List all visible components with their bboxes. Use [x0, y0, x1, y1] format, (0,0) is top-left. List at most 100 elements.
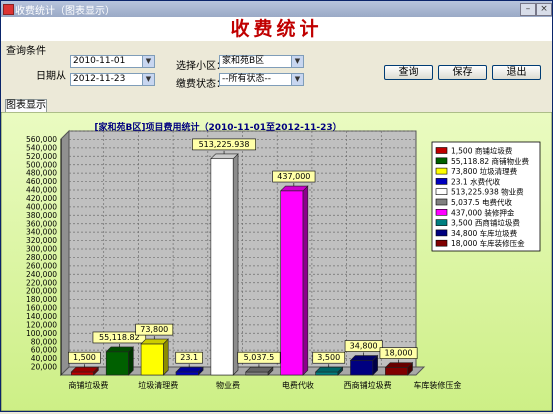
bar-front	[280, 190, 304, 376]
chart: 20,00040,00060,00080,000100,000120,00014…	[0, 111, 553, 412]
chevron-down-icon[interactable]: ▼	[142, 56, 154, 67]
legend-swatch	[435, 198, 448, 206]
y-tick-label: 180,000	[26, 295, 57, 304]
data-label: 34,800	[350, 342, 378, 351]
data-label: 55,118.82	[99, 333, 140, 342]
bar-top	[245, 366, 274, 373]
bar-front	[245, 371, 269, 376]
y-tick-label: 400,000	[26, 202, 57, 211]
bar-front	[175, 371, 199, 376]
legend-swatch	[435, 229, 448, 237]
bar-top	[175, 366, 204, 373]
legend-swatch	[435, 239, 448, 247]
y-tick-label: 140,000	[26, 312, 57, 321]
bar-side	[163, 338, 169, 376]
legend-entry: 23.1 水费代收	[451, 176, 501, 186]
y-tick-label: 420,000	[26, 194, 57, 203]
legend-entry: 18,000 车库装修压金	[451, 238, 525, 248]
y-tick-label: 320,000	[26, 236, 57, 245]
x-tick-label: 电费代收	[282, 380, 314, 390]
bar-front	[385, 367, 409, 376]
bar-front	[140, 343, 164, 376]
y-tick-label: 540,000	[26, 143, 57, 152]
y-tick-label: 520,000	[26, 152, 57, 161]
community-select[interactable]: 家和苑B区 ▼	[219, 55, 304, 68]
legend-entry: 513,225.938 物业费	[451, 187, 524, 197]
y-tick-label: 80,000	[31, 337, 57, 346]
close-button[interactable]: ×	[536, 3, 552, 16]
bar-3: 73,800	[135, 323, 174, 376]
y-tick-label: 360,000	[26, 219, 57, 228]
legend-entry: 34,800 车库垃圾费	[451, 228, 518, 238]
bar-front	[210, 158, 234, 376]
legend-swatch	[435, 157, 448, 165]
data-label: 23.1	[180, 353, 198, 362]
x-tick-label: 车库装修压金	[413, 380, 461, 390]
y-tick-label: 200,000	[26, 287, 57, 296]
legend-swatch	[435, 188, 448, 195]
page-title: 收费统计	[1, 17, 552, 41]
date-from-value: 2010-11-01	[73, 56, 126, 66]
minimize-button[interactable]: –	[520, 3, 536, 16]
window-title: 收费统计（图表显示）	[15, 6, 115, 17]
date-label: 日期从	[36, 71, 66, 82]
legend-swatch	[435, 147, 448, 154]
tab-strip: 图表显示	[1, 99, 552, 112]
query-button[interactable]: 查询	[384, 65, 433, 80]
chevron-down-icon[interactable]: ▼	[291, 56, 303, 67]
y-tick-label: 240,000	[26, 270, 57, 279]
plot-left-wall	[60, 129, 70, 377]
y-tick-label: 60,000	[31, 346, 57, 355]
query-panel: 查询条件 日期从 2010-11-01 ▼ 2012-11-23 ▼ 选择小区：…	[1, 41, 552, 97]
y-tick-label: 460,000	[26, 177, 57, 186]
y-tick-label: 260,000	[26, 261, 57, 270]
legend-entry: 55,118.82 商铺物业费	[451, 156, 530, 166]
x-tick-label: 垃圾清理费	[138, 380, 178, 390]
chevron-down-icon[interactable]: ▼	[291, 74, 303, 85]
y-tick-label: 440,000	[26, 186, 57, 195]
bar-top	[384, 362, 414, 368]
app-window: 收费统计（图表显示） – × 收费统计 查询条件 日期从 2010-11-01 …	[0, 0, 553, 412]
y-tick-label: 500,000	[26, 160, 57, 169]
status-select[interactable]: --所有状态-- ▼	[219, 73, 304, 86]
date-to-value: 2012-11-23	[73, 74, 126, 84]
bar-side	[232, 153, 239, 376]
y-tick-label: 160,000	[26, 304, 57, 313]
bar-front	[70, 371, 94, 376]
legend-entry: 1,500 商铺垃圾费	[451, 146, 513, 156]
bar-top	[70, 366, 100, 373]
legend-swatch	[435, 178, 448, 185]
title-bar[interactable]: 收费统计（图表显示） – ×	[1, 1, 552, 17]
y-tick-label: 560,000	[26, 135, 57, 144]
save-button[interactable]: 保存	[438, 65, 487, 80]
y-tick-label: 20,000	[31, 363, 57, 372]
data-label: 73,800	[140, 325, 168, 334]
data-label: 3,500	[317, 353, 340, 362]
date-to-picker[interactable]: 2012-11-23 ▼	[70, 73, 155, 86]
app-icon	[3, 4, 14, 15]
bar-front	[315, 371, 339, 376]
y-tick-label: 480,000	[26, 169, 57, 178]
legend-entry: 437,000 装修押金	[451, 207, 515, 217]
y-tick-label: 220,000	[26, 278, 57, 287]
status-value: --所有状态--	[222, 74, 271, 84]
x-tick-label: 商铺垃圾费	[68, 380, 108, 390]
data-label: 437,000	[277, 172, 310, 181]
bar-top	[279, 185, 309, 192]
y-tick-label: 340,000	[26, 228, 57, 237]
legend-entry: 3,500 西商铺垃圾费	[451, 218, 520, 228]
tab-chart-display[interactable]: 图表显示	[5, 99, 47, 112]
y-tick-label: 280,000	[26, 253, 57, 262]
exit-button[interactable]: 退出	[492, 65, 541, 80]
bar-front	[105, 351, 129, 376]
y-tick-label: 300,000	[26, 245, 57, 254]
legend-swatch	[435, 209, 448, 216]
y-tick-label: 100,000	[26, 329, 57, 338]
data-label: 513,225.938	[199, 140, 250, 149]
chevron-down-icon[interactable]: ▼	[142, 74, 154, 85]
data-label: 5,037.5	[244, 353, 275, 362]
chart-area: 20,000 40,000 60,000 80,000 100,000 120,000 14…	[0, 111, 553, 412]
date-from-picker[interactable]: 2010-11-01 ▼	[70, 55, 155, 68]
y-tick-label: 40,000	[31, 354, 57, 363]
y-tick-label: 380,000	[26, 211, 57, 220]
